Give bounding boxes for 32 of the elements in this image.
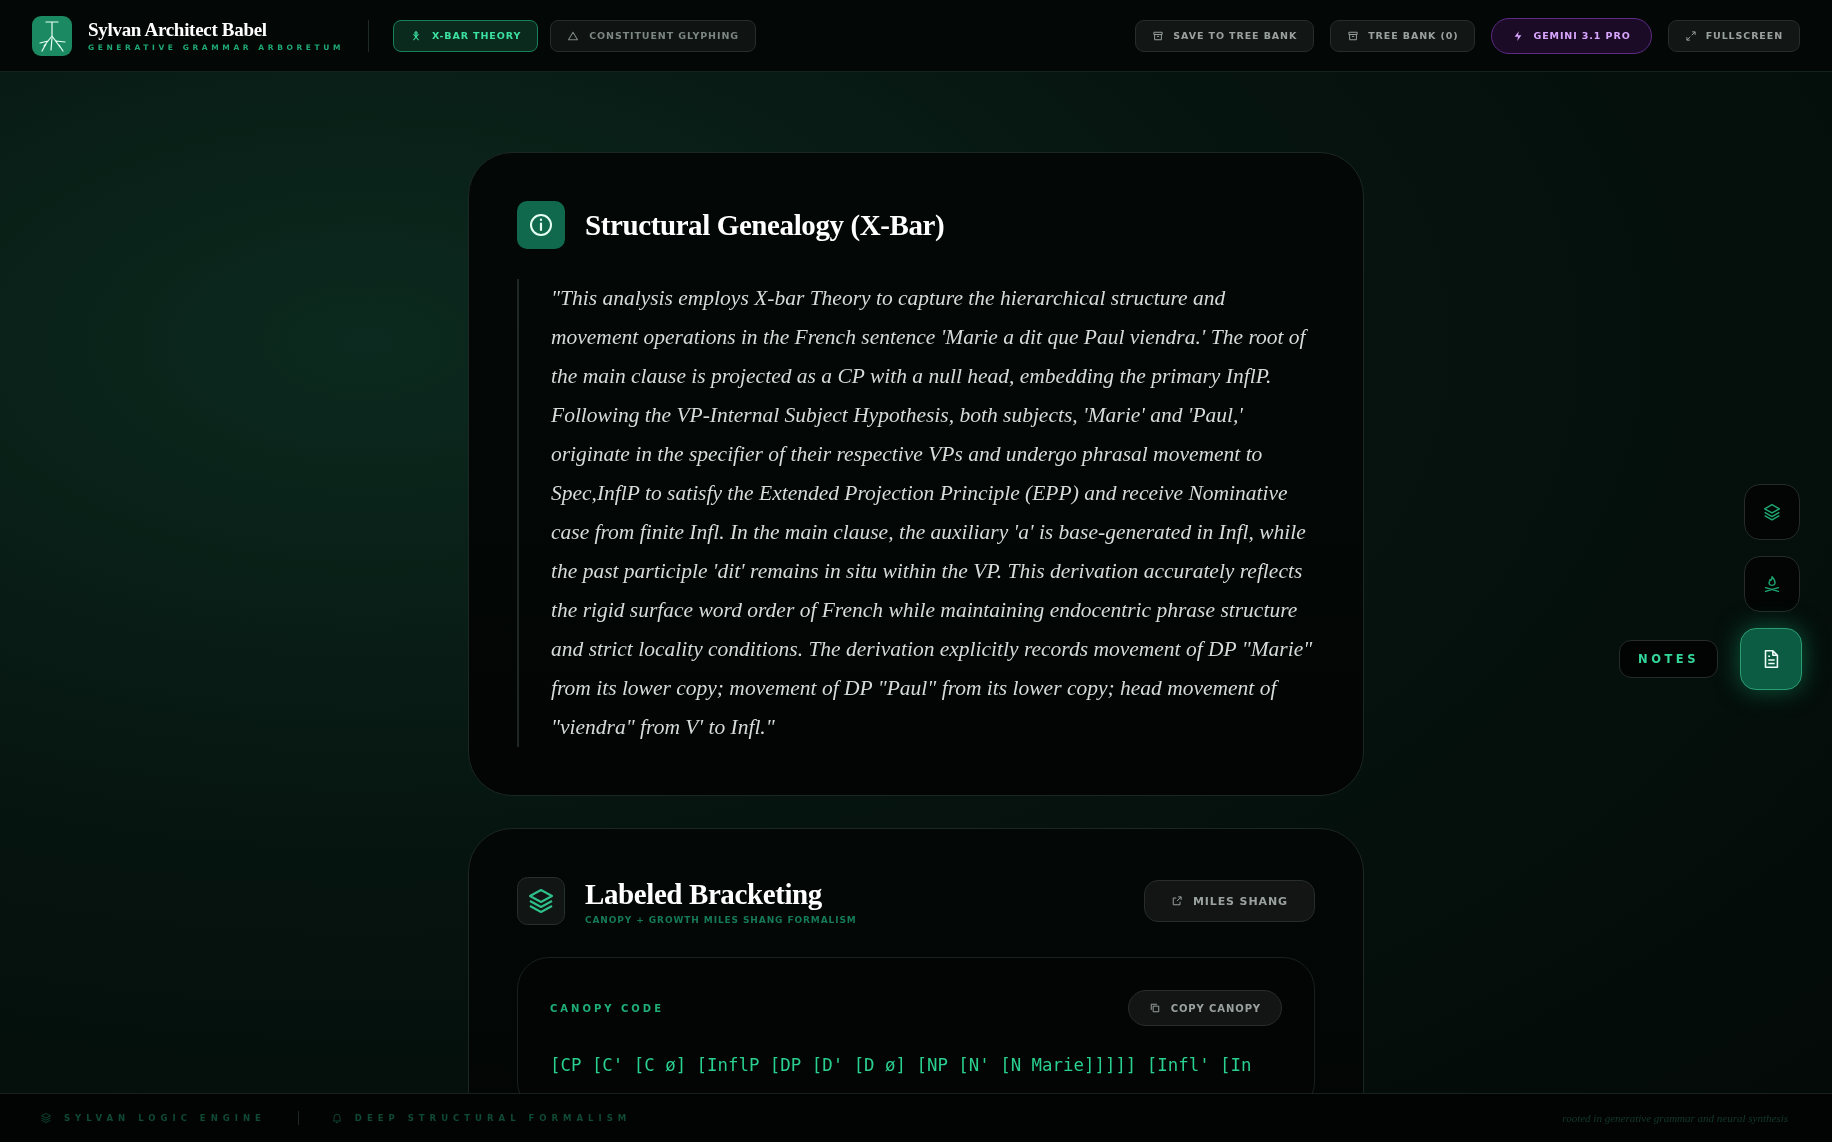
card-title: Labeled Bracketing	[585, 877, 823, 911]
tree-roots-logo-icon	[32, 15, 72, 56]
layers-icon	[40, 1112, 52, 1124]
rail-button[interactable]	[1740, 628, 1802, 690]
layers-icon	[1761, 501, 1783, 523]
copy-button[interactable]: COPY CANOPY	[1127, 990, 1282, 1026]
footer-label: SYLVAN LOGIC ENGINE	[64, 1113, 266, 1123]
external-link-icon	[1170, 895, 1183, 907]
model-button[interactable]: GEMINI 3.1 PRO	[1491, 17, 1652, 54]
expand-icon	[1684, 29, 1697, 42]
action-button[interactable]: TREE BANK (0)	[1330, 19, 1476, 52]
info-icon	[517, 201, 565, 249]
card-title: Structural Genealogy (X-Bar)	[585, 208, 945, 242]
bracket-code: [CP [C' [C ø] [InflP [DP [D' [D ø] [NP [N' [N Marie]]]]] [Infl' [In	[550, 1054, 1253, 1077]
footer-label: DEEP STRUCTURAL FORMALISM	[354, 1113, 632, 1123]
copy-icon	[1148, 1002, 1161, 1014]
action-button[interactable]: SAVE TO TREE BANK	[1135, 19, 1315, 52]
notes-tooltip: NOTES	[1619, 640, 1718, 678]
archive-icon	[1152, 29, 1165, 42]
app-title: Sylvan Architect Babel	[88, 19, 268, 41]
figure-icon	[410, 29, 422, 42]
external-link-button[interactable]: MILES SHANG	[1143, 880, 1315, 922]
action-button[interactable]: FULLSCREEN	[1667, 19, 1800, 52]
mode-tab[interactable]: X-BAR THEORY	[393, 19, 539, 52]
archive-icon	[1347, 29, 1360, 42]
code-label: CANOPY CODE	[550, 1002, 664, 1014]
layers-icon	[517, 877, 565, 925]
card-subtitle: CANOPY + GROWTH MILES SHANG FORMALISM	[585, 914, 857, 925]
bell-icon	[330, 1112, 343, 1124]
analysis-quote: "This analysis employs X-bar Theory to capture the hierarchical structure and movement operations in the French sentence 'Marie a dit que Paul viendra.' The root of the main clause is projected as a CP with a null head, embedding the primary InflP. Following the VP-Internal Subject Hypothesis, both subjects, 'Marie' and 'Paul,' originate in the specifier of their respective VPs and undergo phrasal movement to Spec,InflP to satisfy the Extended Projection Principle (EPP) and receive Nominative case from finite Infl. In the main clause, the auxiliary 'a' is base-generated in Infl, while the past participle 'dit' remains in situ within the VP. This derivation accurately reflects the rigid surface word order of French while maintaining endocentric phrase structure and strict locality conditions. The derivation explicitly records movement of DP "Marie" from its lower copy; movement of DP "Paul" from its lower copy; head movement of "viendra" from V' to Infl."	[517, 279, 1315, 747]
mode-tab[interactable]: CONSTITUENT GLYPHING	[550, 19, 756, 52]
triangle-icon	[567, 29, 580, 42]
